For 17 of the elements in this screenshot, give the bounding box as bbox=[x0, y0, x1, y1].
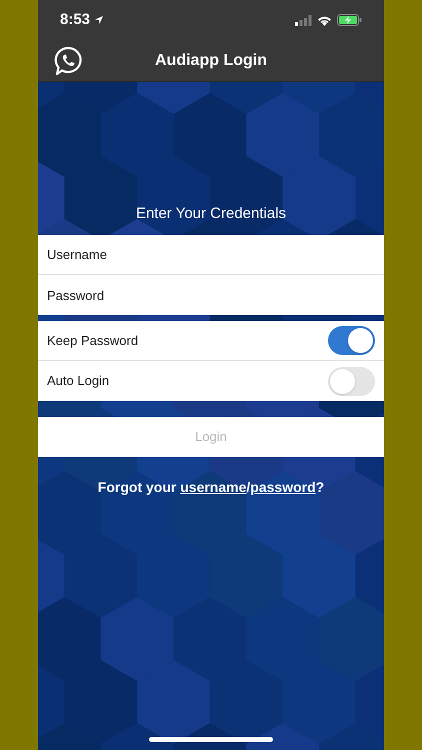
wifi-icon bbox=[317, 14, 332, 26]
location-arrow-icon bbox=[94, 15, 104, 25]
toggle-switch[interactable] bbox=[328, 366, 375, 396]
screen-title: Audiapp Login bbox=[155, 50, 267, 70]
phone-chat-icon[interactable] bbox=[53, 46, 83, 76]
clock-time: 8:53 bbox=[60, 10, 90, 30]
text-field[interactable]: Password bbox=[38, 275, 384, 315]
section-heading: Enter Your Credentials bbox=[136, 204, 286, 224]
forgot-credentials-text: Forgot your username/password? bbox=[96, 478, 326, 497]
battery-charging-icon bbox=[337, 14, 362, 26]
text-field[interactable]: Username bbox=[38, 235, 384, 275]
option-label: Keep Password bbox=[47, 332, 138, 350]
recovery-link[interactable]: password bbox=[250, 479, 316, 495]
signal-icon bbox=[295, 14, 312, 26]
recovery-link[interactable]: username bbox=[180, 479, 246, 495]
option-label: Auto Login bbox=[47, 372, 110, 390]
toggle-switch[interactable] bbox=[328, 326, 375, 355]
